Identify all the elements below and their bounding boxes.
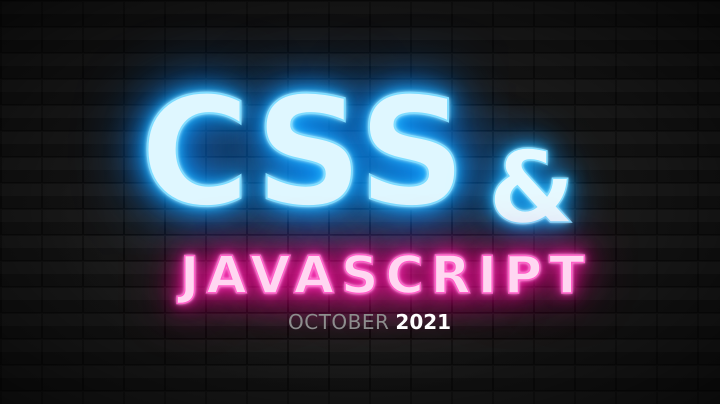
date-month: OCTOBER	[288, 310, 390, 334]
css-neon-title: CSS	[139, 66, 469, 240]
date-line: OCTOBER 2021	[288, 312, 451, 332]
date-year: 2021	[395, 310, 452, 334]
ampersand-neon: &	[487, 129, 576, 246]
javascript-neon-title: JAVASCRIPT	[179, 246, 592, 306]
thumbnail-canvas: CSS & JAVASCRIPT OCTOBER 2021	[0, 0, 720, 404]
